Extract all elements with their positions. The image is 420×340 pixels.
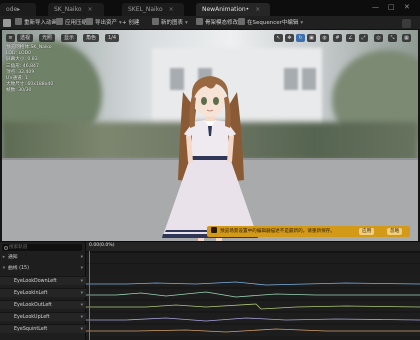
scale-tool-icon[interactable]: ▣ (307, 34, 316, 42)
layout-icon[interactable]: ▦ (402, 34, 411, 42)
settings-icon[interactable] (402, 19, 411, 28)
tab-bar: ode▸ SK_Naiko × SKEL_Naiko × NewAnimation•… (0, 0, 420, 16)
grid-snap-icon[interactable]: # (333, 34, 342, 42)
viewport-options-icon[interactable]: ≡ (6, 34, 15, 42)
graph-icon (152, 18, 159, 25)
maximize-viewport-icon[interactable]: ⤡ (388, 34, 397, 42)
sequencer-icon (238, 18, 245, 25)
perspective-button[interactable]: 透视 (17, 34, 34, 42)
bone-icon (196, 18, 203, 25)
timeline-panel[interactable]: 0.00(0.0%) (86, 242, 420, 340)
time-ruler[interactable]: 0.00(0.0%) (86, 242, 420, 252)
warning-icon (211, 227, 217, 233)
track-options-icon[interactable]: ▾ (81, 264, 83, 273)
close-icon[interactable]: × (169, 6, 174, 13)
track-notifies[interactable]: ▸ 通知 ▾ (0, 253, 86, 262)
animation-sequencer: 搜索轨道 ▸ 通知 ▾ ▾ 曲线 (15) ▾ EyeLookDownLeft ▾ … (0, 241, 420, 340)
character-button[interactable]: 角色 (83, 34, 100, 42)
maximize-icon[interactable]: □ (388, 3, 395, 11)
close-icon[interactable]: × (255, 6, 260, 13)
chevron-down-icon[interactable]: ▾ (0, 264, 8, 273)
curve-name: EyeLookOutLeft (14, 303, 52, 308)
select-tool-icon[interactable]: ↖ (274, 34, 283, 42)
reimport-button[interactable]: 重新导入动画 (15, 18, 57, 28)
track-search-input[interactable]: 搜索轨道 (2, 244, 82, 251)
track-options-icon[interactable]: ▾ (81, 325, 83, 334)
building-window (302, 68, 316, 90)
tab-sk-naiko[interactable]: SK_Naiko × (48, 3, 104, 16)
camera-speed-icon[interactable]: ◎ (374, 34, 383, 42)
rotate-tool-icon[interactable]: ↻ (296, 34, 305, 42)
track-options-icon[interactable]: ▾ (81, 289, 83, 298)
apply-compression-button[interactable]: 应用压缩 (56, 18, 87, 28)
stat-line: 帧数: 30/30 (6, 88, 32, 94)
curve-track[interactable]: EyeLookDownLeft ▾ (0, 276, 86, 285)
viewport-stats: 预览网格体:SK_Naiko LOD: LOD0 屏幕大小: 0.83 三角形:… (6, 45, 53, 95)
curve-track[interactable]: EyeLookOutLeft ▾ (0, 300, 86, 309)
move-tool-icon[interactable]: ✥ (285, 34, 294, 42)
dismiss-button[interactable]: 忽略 (387, 228, 403, 235)
save-icon[interactable] (3, 19, 11, 27)
export-asset-button[interactable]: 导出资产 ▾ (86, 18, 122, 28)
minimize-icon[interactable]: — (372, 3, 379, 11)
reimport-icon (15, 18, 22, 25)
edit-in-sequencer-button[interactable]: 在Sequencer中编辑 ▾ (238, 18, 303, 28)
tab-new-animation[interactable]: NewAnimation• × (196, 3, 270, 16)
track-options-icon[interactable]: ▾ (81, 277, 83, 286)
character-model[interactable] (150, 70, 270, 241)
curve-name: EyeLookInLeft (14, 291, 48, 296)
close-window-icon[interactable]: ✕ (404, 3, 410, 11)
playhead[interactable] (89, 251, 90, 340)
curve-name: EyeSquintLeft (14, 327, 48, 332)
apply-button[interactable]: 应用 (359, 228, 375, 235)
curve-name: EyeLookUpLeft (14, 315, 50, 320)
speed-button[interactable]: 1/4 (105, 34, 120, 42)
compress-icon (56, 18, 63, 25)
export-icon (86, 18, 93, 25)
preview-viewport[interactable]: ≡ 透视 光照 显示 角色 1/4 ↖ ✥ ↻ ▣ ◍ # ∠ ⤢ ◎ ⤡ ▦ … (2, 30, 418, 241)
close-icon[interactable]: × (88, 6, 93, 13)
bone-modify-button[interactable]: 骨架模态修改 (196, 18, 238, 28)
world-space-icon[interactable]: ◍ (320, 34, 329, 42)
rotation-snap-icon[interactable]: ∠ (346, 34, 355, 42)
chevron-right-icon[interactable]: ▸ (0, 253, 8, 262)
lit-button[interactable]: 光照 (39, 34, 56, 42)
tab-skel-naiko[interactable]: SKEL_Naiko × (122, 3, 184, 16)
curve-name: EyeLookDownLeft (14, 279, 57, 284)
search-icon (4, 245, 8, 250)
track-options-icon[interactable]: ▾ (81, 313, 83, 322)
scale-snap-icon[interactable]: ⤢ (359, 34, 368, 42)
asset-toolbar: 重新导入动画 应用压缩 导出资产 ▾ + 创建 新的图表 ▾ 骨架模态修改 在Seq… (0, 16, 420, 30)
show-button[interactable]: 显示 (61, 34, 78, 42)
warning-banner: 预览场景设置中的编辑器描述不是最新的。请重新保存。 应用 忽略 (207, 226, 410, 237)
track-options-icon[interactable]: ▾ (81, 301, 83, 310)
building-window (284, 68, 298, 90)
current-time: 0.00(0.0%) (89, 243, 115, 248)
curve-group-lane[interactable] (86, 263, 420, 276)
create-button[interactable]: + 创建 (122, 18, 139, 28)
tab-previous[interactable]: ode▸ (0, 3, 36, 16)
notify-lane[interactable] (86, 252, 420, 263)
track-curves[interactable]: ▾ 曲线 (15) ▾ (0, 264, 86, 273)
curve-track[interactable]: EyeSquintLeft ▾ (0, 324, 86, 333)
curve-track[interactable]: EyeLookUpLeft ▾ (0, 312, 86, 321)
new-graph-button[interactable]: 新的图表 ▾ (152, 18, 188, 28)
curve-track[interactable]: EyeLookInLeft ▾ (0, 288, 86, 297)
track-options-icon[interactable]: ▾ (81, 253, 83, 262)
track-list: 搜索轨道 ▸ 通知 ▾ ▾ 曲线 (15) ▾ EyeLookDownLeft ▾ … (0, 242, 86, 340)
curve-lanes[interactable] (86, 276, 420, 336)
